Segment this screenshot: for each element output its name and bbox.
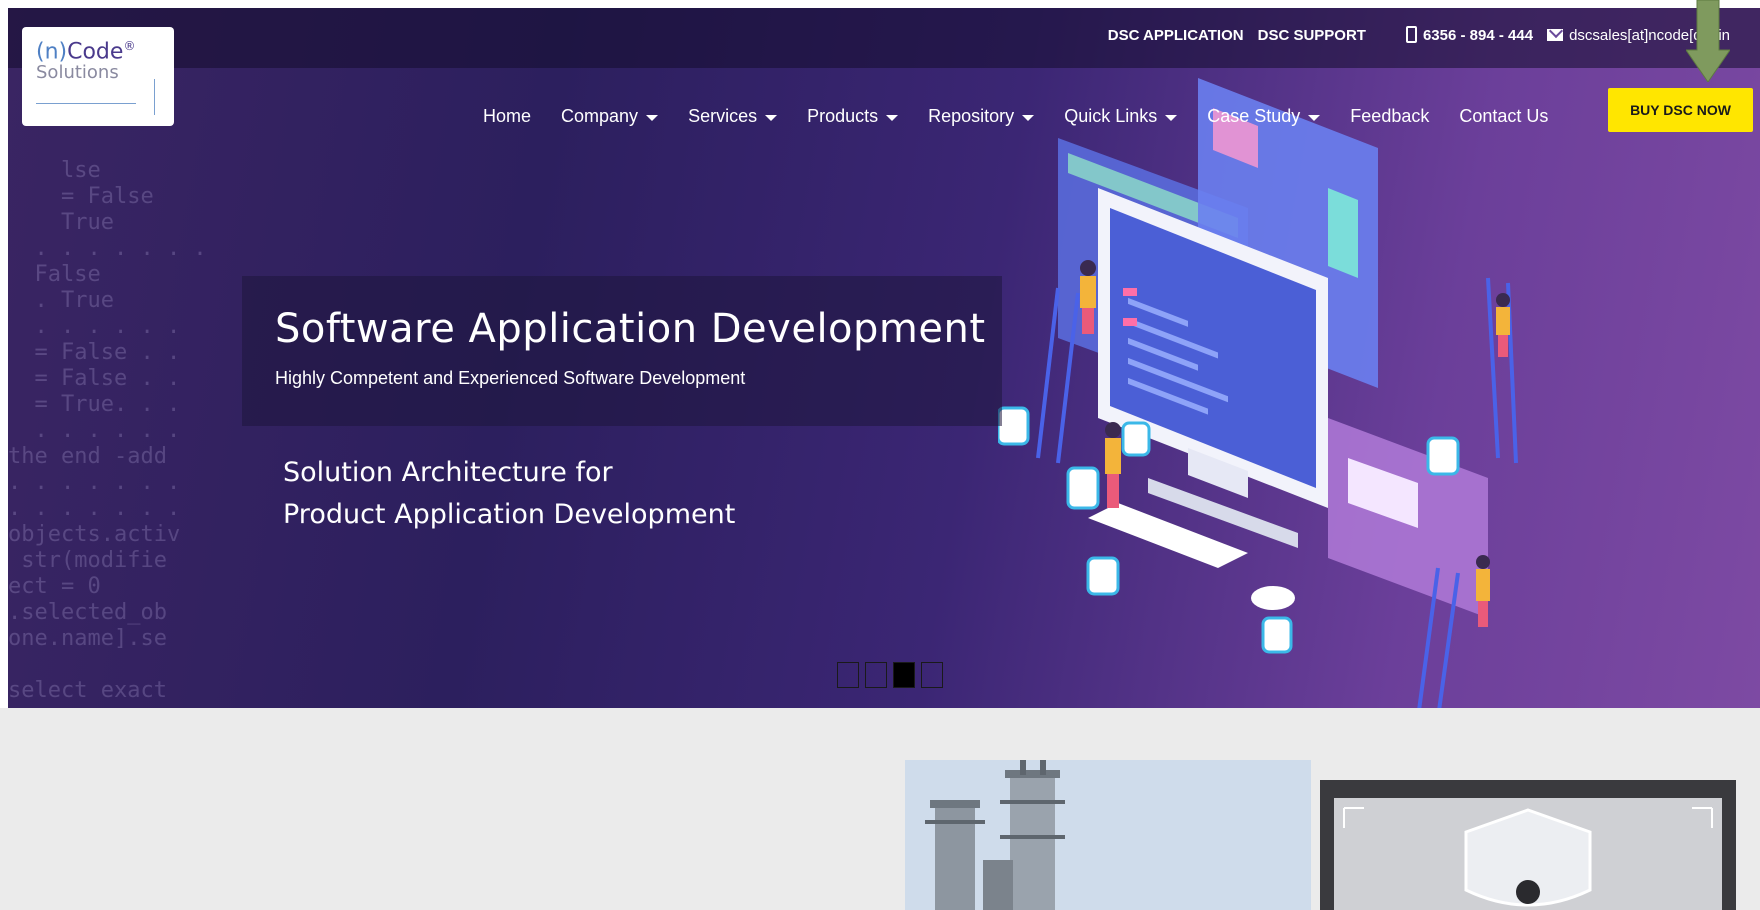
caret-down-icon <box>1165 114 1178 121</box>
nav-contact-us[interactable]: Contact Us <box>1444 106 1563 127</box>
slider-dot-1[interactable] <box>837 662 859 688</box>
slide-tagline: Solution Architecture for Product Applic… <box>283 452 735 536</box>
slide-tagline-line-1: Solution Architecture for <box>283 457 613 488</box>
logo-sub: Solutions <box>36 62 119 84</box>
caret-down-icon <box>1022 114 1035 121</box>
slide-tagline-line-2: Product Application Development <box>283 499 736 530</box>
nav-case-study[interactable]: Case Study <box>1192 106 1335 127</box>
nav-products[interactable]: Products <box>792 106 913 127</box>
buy-dsc-now-button[interactable]: BUY DSC NOW <box>1608 88 1753 132</box>
security-shield-image <box>1320 780 1736 910</box>
slider-dot-2[interactable] <box>865 662 887 688</box>
arrow-down-icon <box>1686 0 1730 82</box>
nav-services[interactable]: Services <box>673 106 792 127</box>
caret-down-icon <box>765 114 778 121</box>
slider-dots <box>837 662 943 688</box>
nav-quick-links[interactable]: Quick Links <box>1049 106 1192 127</box>
logo-line-vertical <box>154 79 155 115</box>
software-development-illustration <box>998 78 1518 708</box>
slider-dot-3[interactable] <box>893 662 915 688</box>
security-image-card[interactable] <box>1320 780 1736 910</box>
dsc-support-link[interactable]: DSC SUPPORT <box>1258 27 1366 44</box>
caret-down-icon <box>1308 114 1321 121</box>
caret-down-icon <box>886 114 899 121</box>
code-background: lse = False True . . . . . . . False . T… <box>8 158 207 703</box>
nav-feedback[interactable]: Feedback <box>1335 106 1444 127</box>
industrial-plant-image-card[interactable] <box>905 760 1311 910</box>
dsc-application-link[interactable]: DSC APPLICATION <box>1108 27 1244 44</box>
nav-repository[interactable]: Repository <box>913 106 1049 127</box>
logo-brand: (n)Code® <box>36 39 136 65</box>
caret-down-icon <box>646 114 659 121</box>
nav-company[interactable]: Company <box>546 106 673 127</box>
slide-title: Software Application Development <box>275 306 986 352</box>
slide-subtitle: Highly Competent and Experienced Softwar… <box>275 368 746 388</box>
page: lse = False True . . . . . . . False . T… <box>0 0 1760 910</box>
logo-line-horizontal <box>36 103 136 104</box>
top-bar: DSC APPLICATION DSC SUPPORT 6356 - 894 -… <box>1108 26 1730 44</box>
main-nav: Home Company Services Products Repositor… <box>468 95 1563 137</box>
nav-home[interactable]: Home <box>468 106 546 127</box>
envelope-icon <box>1547 28 1564 41</box>
phone-contact[interactable]: 6356 - 894 - 444 <box>1405 26 1533 44</box>
logo[interactable]: (n)Code® Solutions <box>22 27 174 126</box>
refinery-image <box>905 760 1311 910</box>
slider-dot-4[interactable] <box>921 662 943 688</box>
phone-icon <box>1405 26 1417 43</box>
